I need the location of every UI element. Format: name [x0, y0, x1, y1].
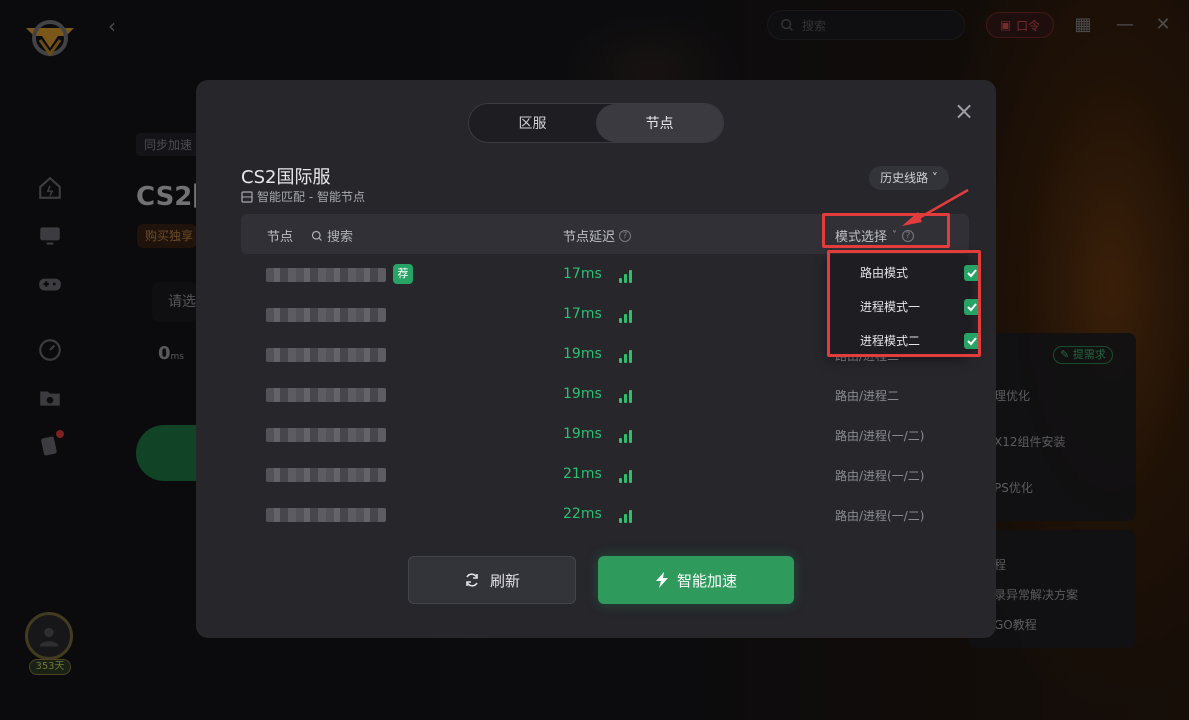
node-latency: 21ms [563, 466, 602, 482]
match-subtitle-text: 智能匹配 - 智能节点 [257, 190, 365, 204]
lightning-icon [655, 572, 668, 588]
match-subtitle: 智能匹配 - 智能节点 [241, 188, 365, 205]
node-latency: 22ms [563, 506, 602, 522]
refresh-icon [466, 573, 478, 587]
annotation-arrow [902, 188, 969, 226]
node-latency: 19ms [563, 346, 602, 362]
node-latency: 17ms [563, 306, 602, 322]
node-name-redacted [266, 428, 386, 442]
tab-region[interactable]: 区服 [469, 104, 596, 142]
refresh-button[interactable]: 刷新 [408, 556, 576, 604]
smart-accelerate-button[interactable]: 智能加速 [598, 556, 794, 604]
signal-strength-icon [619, 507, 633, 523]
game-title: CS2国际服 [241, 167, 331, 188]
region-node-tabs: 区服 节点 [468, 103, 724, 143]
node-mode: 路由/进程(一/二) [835, 509, 925, 523]
signal-strength-icon [619, 427, 633, 443]
signal-strength-icon [619, 387, 633, 403]
annotation-highlight-box [827, 250, 981, 357]
signal-strength-icon [619, 267, 633, 283]
node-search-input[interactable]: 搜索 [311, 226, 353, 245]
node-row[interactable]: 21ms 路由/进程(一/二) [241, 455, 969, 495]
node-name-redacted [266, 348, 386, 362]
node-mode: 路由/进程(一/二) [835, 469, 925, 483]
node-row[interactable]: 19ms 路由/进程(一/二) [241, 415, 969, 455]
node-select-modal: × 区服 节点 CS2国际服 智能匹配 - 智能节点 历史线路 ˅ 节点 搜索 … [196, 80, 996, 638]
column-latency: 节点延迟 ? [563, 226, 632, 245]
signal-strength-icon [619, 467, 633, 483]
node-name-redacted [266, 508, 386, 522]
modal-close-icon[interactable]: × [953, 99, 975, 123]
help-icon[interactable]: ? [619, 229, 632, 242]
node-latency: 17ms [563, 266, 602, 282]
server-icon [241, 190, 253, 203]
node-name-redacted [266, 268, 386, 282]
history-routes-button[interactable]: 历史线路 ˅ [869, 166, 949, 190]
node-name-redacted [266, 308, 386, 322]
node-row[interactable]: 22ms 路由/进程(一/二) [241, 495, 969, 535]
node-mode: 路由/进程二 [835, 389, 900, 403]
search-icon [311, 230, 322, 241]
node-mode: 路由/进程(一/二) [835, 429, 925, 443]
history-routes-label: 历史线路 [880, 171, 929, 185]
column-node: 节点 [267, 230, 294, 245]
recommended-badge: 荐 [393, 264, 413, 284]
signal-strength-icon [619, 347, 633, 363]
tab-node[interactable]: 节点 [596, 104, 723, 142]
node-latency: 19ms [563, 426, 602, 442]
refresh-label: 刷新 [489, 571, 520, 590]
node-latency: 19ms [563, 386, 602, 402]
smart-accelerate-label: 智能加速 [676, 571, 737, 590]
column-latency-label: 节点延迟 [563, 230, 616, 245]
signal-strength-icon [619, 307, 633, 323]
node-name-redacted [266, 388, 386, 402]
node-search-placeholder: 搜索 [327, 230, 354, 245]
node-name-redacted [266, 468, 386, 482]
node-row[interactable]: 19ms 路由/进程二 [241, 375, 969, 415]
